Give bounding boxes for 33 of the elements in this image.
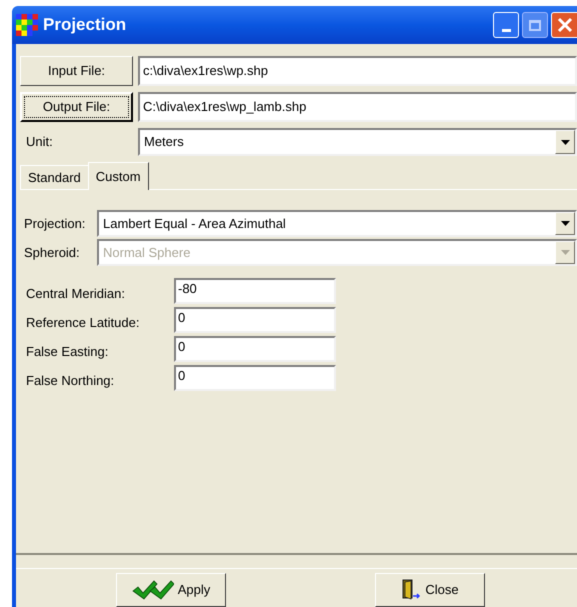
dropdown-button[interactable] <box>555 130 575 154</box>
unit-label: Unit: <box>25 133 54 152</box>
parameter-field[interactable]: -80 <box>174 278 336 304</box>
select-dropdown[interactable]: Lambert Equal - Area Azimuthal <box>97 210 577 237</box>
parameter-label: False Easting: <box>26 343 110 362</box>
unit-dropdown[interactable]: Meters <box>138 128 577 156</box>
apply-button[interactable]: Apply <box>116 573 226 607</box>
select-label: Spheroid: <box>24 244 81 262</box>
parameter-field[interactable]: 0 <box>174 365 336 391</box>
caret-icon <box>560 140 570 144</box>
file-button[interactable]: Input File: <box>20 56 133 86</box>
window-title: Projection <box>43 14 128 36</box>
parameter-label: Reference Latitude: <box>26 314 140 332</box>
caret-icon <box>560 250 570 255</box>
close-icon <box>557 17 573 33</box>
parameter-label: False Northing: <box>26 372 116 390</box>
file-path-field[interactable]: C:\diva\ex1res\wp_lamb.shp <box>138 92 577 122</box>
caret-icon <box>560 221 570 226</box>
parameter-label: Central Meridian: <box>26 285 126 304</box>
parameter-field[interactable]: 0 <box>174 336 336 362</box>
door-exit-icon <box>401 579 422 601</box>
tab[interactable]: Custom <box>88 162 149 190</box>
file-path-field[interactable]: c:\diva\ex1res\wp.shp <box>138 56 577 86</box>
app-logo-icon <box>16 14 38 36</box>
tab[interactable]: Standard <box>20 165 88 189</box>
minimize-button[interactable] <box>493 12 519 38</box>
close-button[interactable]: Close <box>375 573 485 607</box>
select-label: Projection: <box>24 214 86 233</box>
dropdown-button[interactable] <box>555 212 575 235</box>
file-button[interactable]: Output File: <box>20 92 133 122</box>
double-check-icon <box>132 579 174 601</box>
parameter-field[interactable]: 0 <box>174 307 336 333</box>
close-button[interactable] <box>551 12 577 38</box>
